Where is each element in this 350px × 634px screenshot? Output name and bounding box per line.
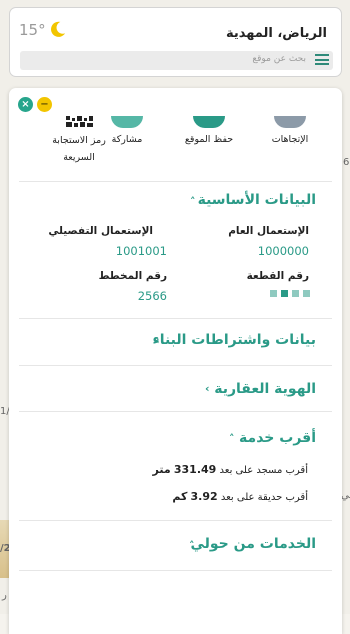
temperature: 15° — [19, 20, 46, 39]
directions-icon — [274, 116, 306, 128]
bookmark-icon — [193, 116, 225, 128]
qr-code-button[interactable]: رمز الاستجابة السريعة — [44, 116, 114, 166]
section-building-title[interactable]: بيانات واشتراطات البناء — [153, 332, 316, 348]
qr-code-icon — [66, 116, 93, 127]
divider — [19, 570, 332, 571]
park-unit: كم — [172, 490, 188, 503]
divider — [19, 520, 332, 521]
close-button[interactable]: × — [18, 97, 33, 112]
search-input[interactable]: بحث عن موقع — [20, 51, 333, 70]
section-basic-info-title[interactable]: البيانات الأساسية — [198, 192, 316, 208]
mosque-unit: متر — [152, 463, 171, 476]
park-distance: 3.92 — [190, 490, 218, 503]
mosque-distance: 331.49 — [173, 463, 217, 476]
detailed-use-value: 1001001 — [115, 244, 167, 258]
location-title: الرياض، المهدية — [225, 26, 327, 41]
general-use-value: 1000000 — [257, 244, 309, 258]
divider — [19, 365, 332, 366]
nearest-park: أقرب حديقة على بعد 3.92 كم — [172, 490, 308, 503]
divider — [19, 411, 332, 412]
nearest-mosque: أقرب مسجد على بعد 331.49 متر — [152, 463, 308, 476]
section-nearest-title[interactable]: أقرب خدمة — [239, 430, 316, 446]
chevron-left-icon[interactable]: ‹ — [205, 382, 210, 395]
map-label: ر — [2, 590, 7, 601]
moon-icon — [50, 21, 65, 37]
menu-icon[interactable] — [315, 54, 329, 67]
parcel-info-panel: × − الإتجاهات حفظ الموقع مشاركة رمز الاس… — [9, 88, 342, 634]
weather-widget: 15° — [19, 20, 67, 39]
section-services-around-title[interactable]: الخدمات من حولي — [190, 536, 316, 552]
general-use-label: الإستعمال العام — [228, 225, 309, 237]
divider — [19, 181, 332, 182]
parcel-number-label: رقم القطعة — [246, 270, 309, 282]
action-bar: الإتجاهات حفظ الموقع مشاركة رمز الاستجاب… — [9, 116, 342, 186]
map-label: جي — [341, 490, 350, 501]
section-identity-title[interactable]: الهوية العقارية — [214, 381, 316, 397]
parcel-number-value — [270, 290, 310, 297]
chevron-up-icon[interactable]: ˄ — [229, 432, 235, 445]
plan-number-value: 2566 — [137, 289, 167, 303]
plan-number-label: رقم المخطط — [98, 270, 167, 282]
directions-button[interactable]: الإتجاهات — [251, 116, 329, 148]
search-placeholder: بحث عن موقع — [252, 54, 306, 64]
location-search-card: 15° الرياض، المهدية بحث عن موقع — [9, 7, 342, 77]
divider — [19, 318, 332, 319]
detailed-use-label: الإستعمال التفصيلي — [48, 225, 153, 237]
share-icon — [111, 116, 143, 128]
chevron-left-icon[interactable]: ‹ — [155, 334, 160, 347]
save-location-button[interactable]: حفظ الموقع — [170, 116, 248, 148]
minimize-button[interactable]: − — [37, 97, 52, 112]
chevron-up-icon[interactable]: ˄ — [189, 539, 195, 552]
chevron-up-icon[interactable]: ˄ — [190, 195, 196, 208]
map-label: 6 — [343, 157, 350, 168]
